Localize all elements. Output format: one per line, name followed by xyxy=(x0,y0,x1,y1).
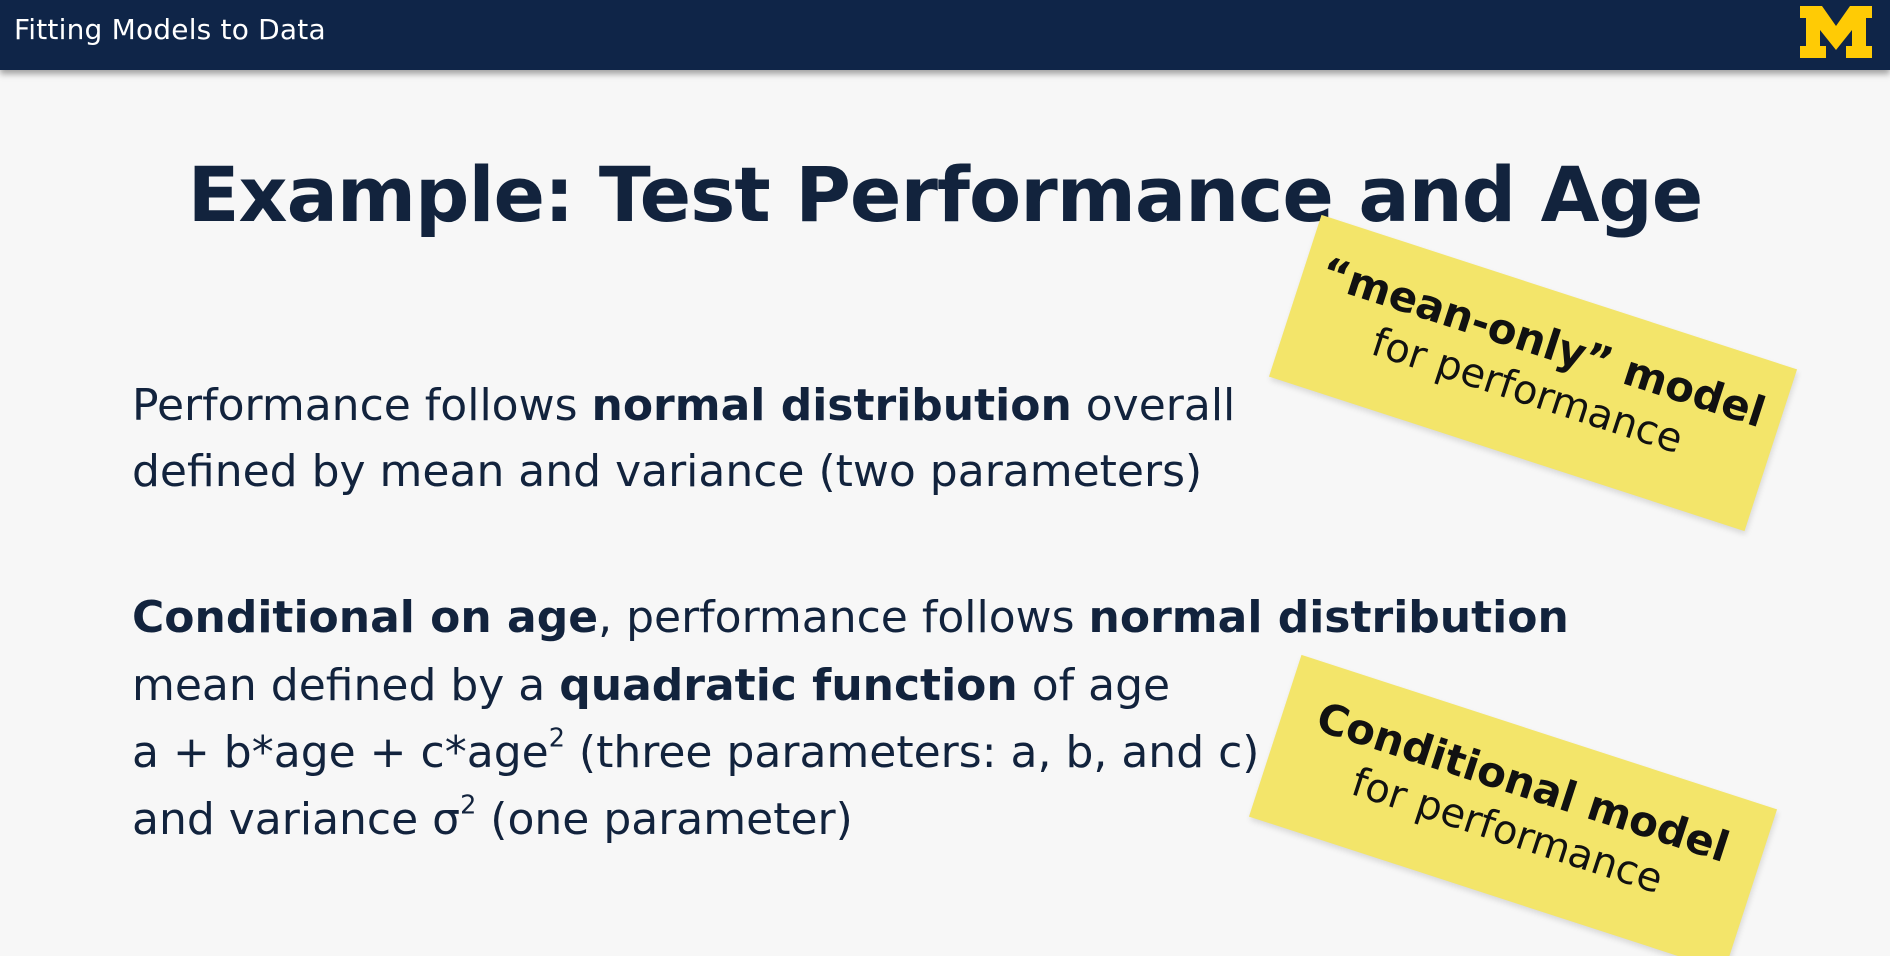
slide-title: Example: Test Performance and Age xyxy=(187,150,1704,239)
course-title: Fitting Models to Data xyxy=(14,13,326,46)
university-logo-icon xyxy=(1800,6,1872,58)
text-run: (three parameters: a, b, and c) xyxy=(564,727,1260,778)
text-run: Performance follows xyxy=(132,380,592,431)
text-run: (one parameter) xyxy=(476,794,853,845)
superscript: 2 xyxy=(460,790,477,821)
emphasis-text: normal distribution xyxy=(1088,592,1569,643)
block2-line2: mean defined by a quadratic function of … xyxy=(132,660,1170,711)
formula-text: a + b*age + c*age xyxy=(132,727,549,778)
sticky-note-conditional: Conditional model for performance xyxy=(1248,654,1778,956)
text-run: mean defined by a xyxy=(132,660,560,711)
text-run: and variance σ xyxy=(132,794,461,845)
block2-line4: and variance σ2 (one parameter) xyxy=(132,790,853,845)
text-run: overall xyxy=(1071,380,1236,431)
emphasis-text: normal distribution xyxy=(591,380,1072,431)
block2-line3: a + b*age + c*age2 (three parameters: a,… xyxy=(132,723,1260,778)
block1-line1: Performance follows normal distribution … xyxy=(132,380,1235,431)
emphasis-text: Conditional on age xyxy=(132,592,599,643)
superscript: 2 xyxy=(548,723,565,754)
text-run: of age xyxy=(1017,660,1171,711)
text-run: , performance follows xyxy=(598,592,1089,643)
header-bar: Fitting Models to Data xyxy=(0,0,1890,70)
block2-line1: Conditional on age, performance follows … xyxy=(132,592,1569,643)
emphasis-text: quadratic function xyxy=(559,660,1018,711)
block1-line2: defined by mean and variance (two parame… xyxy=(132,446,1203,497)
sticky-note-mean-only: “mean-only” model for performance xyxy=(1268,214,1798,532)
